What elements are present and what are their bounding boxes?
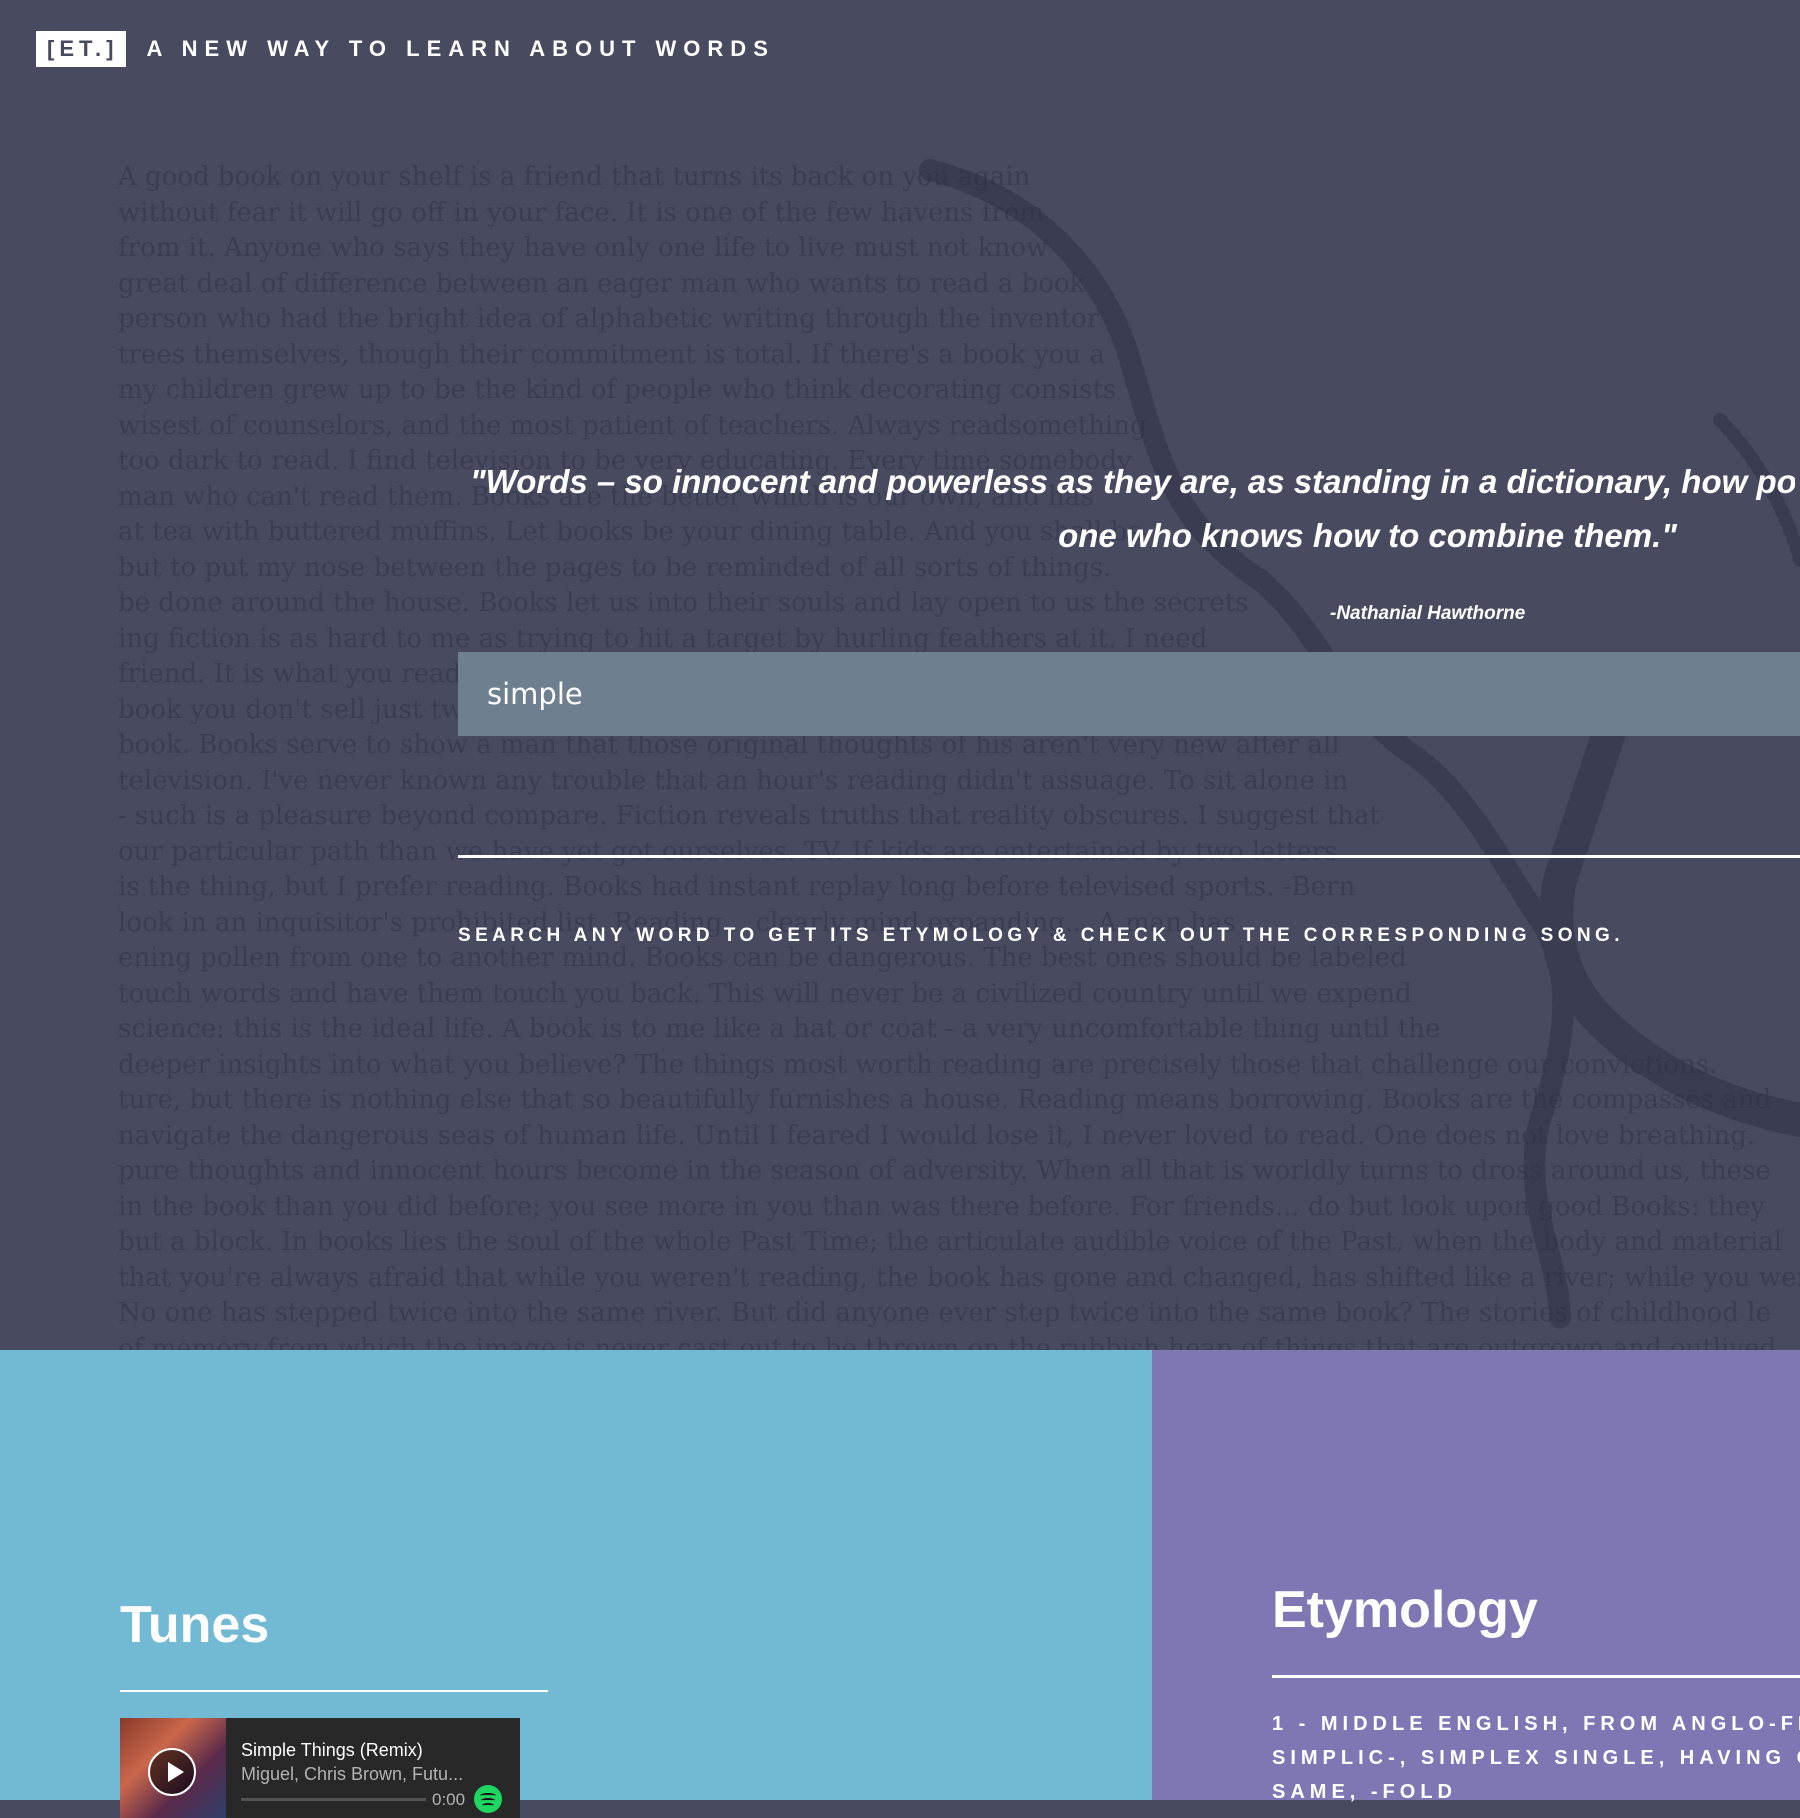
background-text-line: science: this is the ideal life. A book … [118,1014,1441,1044]
search-bar [458,652,1800,736]
background-text-line: trees themselves, though their commitmen… [118,339,1105,370]
background-text-line: person who had the bright idea of alphab… [118,304,1100,334]
quote-line-1: "Words – so innocent and powerless as th… [470,463,1795,500]
album-art [120,1718,226,1818]
background-text-line: is the thing, but I prefer reading. Book… [118,872,1356,902]
background-text-line: but a block. In books lies the soul of t… [118,1227,1783,1257]
site-tagline: A NEW WAY TO LEARN ABOUT WORDS [146,36,775,61]
background-text-line: No one has stepped twice into the same r… [118,1298,1771,1328]
spotify-icon[interactable] [474,1785,502,1813]
track-title[interactable]: Simple Things (Remix) [241,1740,423,1761]
etymology-definition: 1 - MIDDLE ENGLISH, FROM ANGLO-FRENCH, S… [1272,1707,1800,1809]
featured-quote: "Words – so innocent and powerless as th… [470,455,1795,563]
tunes-divider [120,1690,548,1692]
background-text-line: in the book than you did before; you see… [118,1191,1765,1222]
search-divider [458,855,1800,858]
etymology-line: SAME, -FOLD [1272,1781,1457,1803]
background-text-line: great deal of difference between an eage… [118,268,1086,299]
quote-attribution: -Nathanial Hawthorne [1330,603,1526,624]
play-button[interactable] [148,1748,196,1796]
etymology-line: 1 - MIDDLE ENGLISH, FROM ANGLO-FRENCH, [1272,1713,1800,1735]
etymology-divider [1272,1675,1800,1678]
search-input[interactable] [458,652,1800,736]
tunes-title: Tunes [120,1596,270,1654]
background-text-line: touch words and have them touch you back… [118,978,1412,1009]
background-text-line: television. I've never known any trouble… [118,765,1349,796]
background-text-line: my children grew up to be the kind of pe… [118,375,1117,405]
background-text-line: from it. Anyone who says they have only … [118,233,1049,263]
etymology-title: Etymology [1272,1581,1538,1639]
track-artist[interactable]: Miguel, Chris Brown, Futu... [241,1764,463,1785]
site-header: [ET.] A NEW WAY TO LEARN ABOUT WORDS [36,30,775,68]
track-time: 0:00 [432,1790,466,1809]
background-text-line: wisest of counselors, and the most patie… [118,410,1147,441]
search-instruction: SEARCH ANY WORD TO GET ITS ETYMOLOGY & C… [458,925,1624,946]
background-text-line: navigate the dangerous seas of human lif… [118,1120,1756,1151]
background-text-line: pure thoughts and innocent hours become … [118,1156,1771,1186]
background-text-line: that you're always afraid that while you… [118,1262,1800,1293]
logo[interactable]: [ET.] [36,31,127,67]
background-text-line: A good book on your shelf is a friend th… [118,162,1031,192]
hero-section: A good book on your shelf is a friend th… [0,0,1800,1350]
spotify-player: Simple Things (Remix) Miguel, Chris Brow… [120,1718,520,1818]
quote-line-2: one who knows how to combine them." [1058,517,1677,554]
background-text-line: ture, but there is nothing else that so … [118,1085,1772,1115]
background-text-line: our particular path than we have yet got… [118,836,1338,867]
etymology-line: SIMPLIC-, SIMPLEX SINGLE, HAVING ONE [1272,1747,1800,1769]
background-text-line: deeper insights into what you believe? T… [118,1049,1718,1080]
background-text-texture: A good book on your shelf is a friend th… [118,160,1800,1350]
background-text-line: be done around the house. Books let us i… [118,588,1249,618]
background-text-line: - such is a pleasure beyond compare. Fic… [118,801,1380,831]
background-text-line: of memory from which the image is never … [118,1333,1777,1351]
background-text-line: without fear it will go off in your face… [118,197,1045,228]
